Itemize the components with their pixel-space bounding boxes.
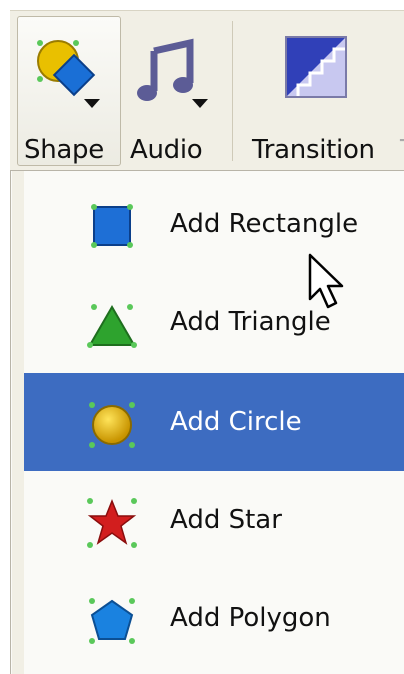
menu-item-label: Add Circle <box>170 407 302 437</box>
menu-item-add-rectangle[interactable]: Add Rectangle <box>24 175 404 273</box>
polygon-icon <box>89 598 135 644</box>
menu-item-add-circle[interactable]: Add Circle <box>24 373 404 471</box>
shape-button[interactable]: Shape <box>17 16 121 166</box>
menu-item-label: Add Polygon <box>170 603 331 633</box>
menu-item-add-polygon[interactable]: Add Polygon <box>24 569 404 667</box>
menu-item-add-star[interactable]: Add Star <box>24 471 404 569</box>
shape-label: Shape <box>24 135 104 165</box>
transition-label: Transition <box>252 135 375 165</box>
menu-icon-strip <box>12 171 24 674</box>
menu-item-add-triangle[interactable]: Add Triangle <box>24 273 404 371</box>
shape-dropdown-menu: Add Rectangle Add Triangle Add Circle Ad… <box>10 170 404 674</box>
transition-icon <box>285 36 347 98</box>
audio-label: Audio <box>130 135 203 165</box>
star-icon <box>87 498 137 548</box>
toolbar-separator <box>232 21 233 161</box>
triangle-icon <box>87 304 137 348</box>
rectangle-icon <box>91 204 133 248</box>
transition-button[interactable]: Transition T <box>242 11 404 171</box>
circle-icon <box>89 402 135 448</box>
dropdown-arrow-icon <box>84 99 100 108</box>
clipped-next-label: T <box>400 135 404 165</box>
menu-item-label: Add Rectangle <box>170 209 359 239</box>
music-note-icon <box>137 38 208 108</box>
dropdown-arrow-icon <box>192 99 208 108</box>
menu-item-label: Add Star <box>170 505 282 535</box>
mouse-pointer-icon <box>308 253 344 309</box>
shape-icon <box>37 40 100 108</box>
audio-button[interactable]: Audio <box>124 11 220 171</box>
ribbon-toolbar: Shape Audio Transition T <box>10 10 404 171</box>
